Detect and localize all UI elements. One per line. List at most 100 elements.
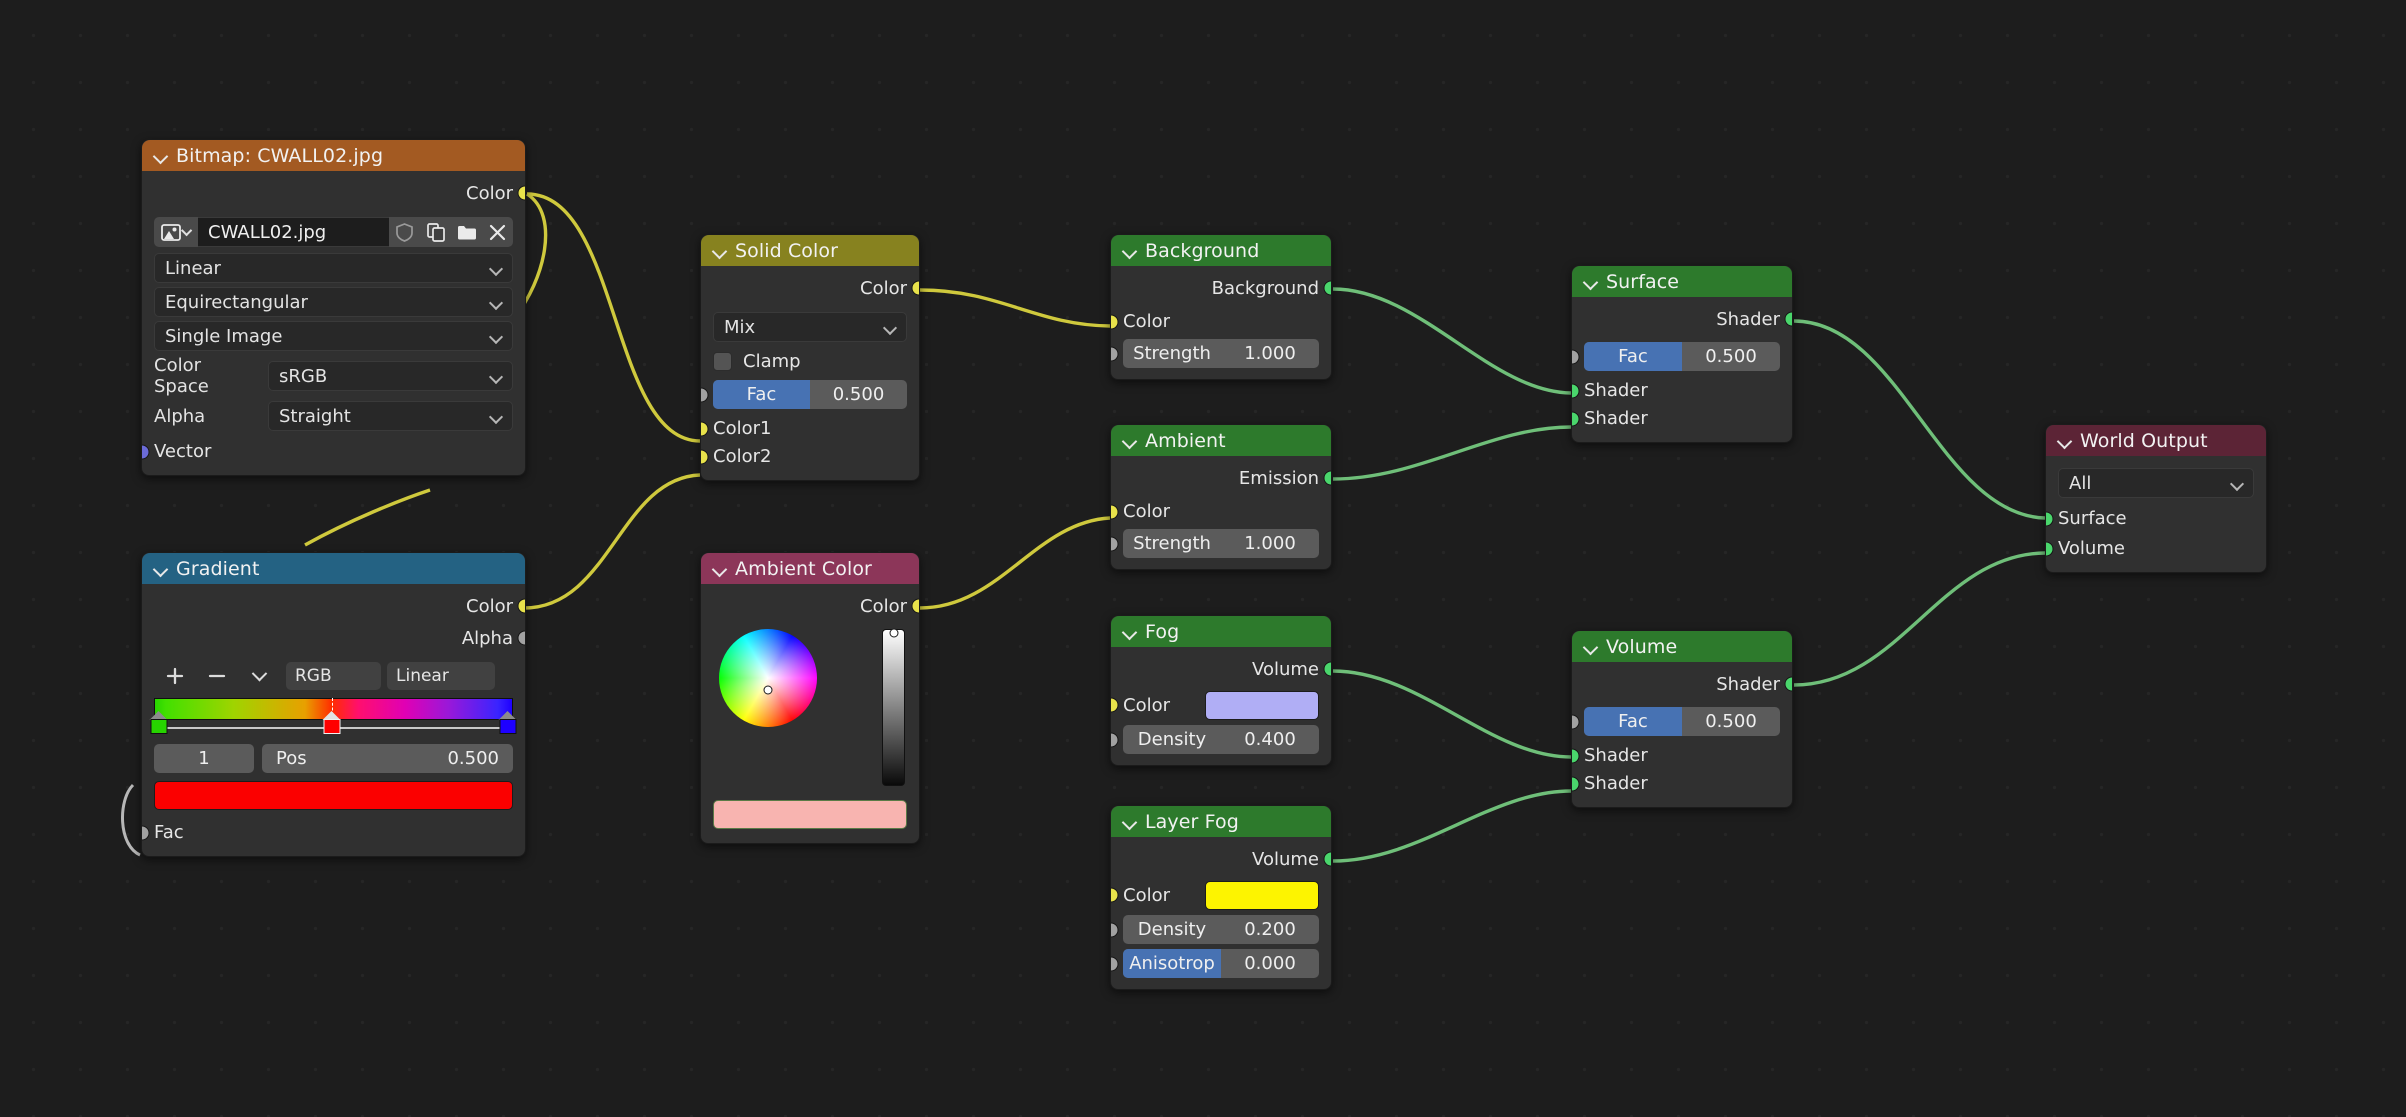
ramp-interpolation-dropdown[interactable]: Linear <box>387 662 495 690</box>
fog-color-row[interactable]: Color <box>1111 690 1331 720</box>
colorspace-dropdown[interactable]: sRGB <box>268 361 513 391</box>
socket-row-background-out[interactable]: Background <box>1111 273 1331 303</box>
socket-row-surface-shader1[interactable]: Shader <box>1572 378 1792 403</box>
socket-row-layer-fog-out[interactable]: Volume <box>1111 844 1331 874</box>
node-gradient[interactable]: Gradient Color Alpha RGB Linear 1 Pos 0.… <box>141 552 526 857</box>
new-copy-button[interactable] <box>420 217 451 247</box>
socket-row-volume-out[interactable]: Shader <box>1572 669 1792 699</box>
node-layer-fog-header[interactable]: Layer Fog <box>1111 806 1331 837</box>
socket-row-solid-color-out[interactable]: Color <box>701 273 919 303</box>
node-editor-canvas[interactable]: Bitmap: CWALL02.jpg Color CWALL02.jpg Li… <box>0 0 2406 1117</box>
socket-volume-shader1-in[interactable] <box>1572 748 1580 763</box>
volume-fac-row[interactable]: Fac 0.500 <box>1572 707 1792 736</box>
node-ambient-color-header[interactable]: Ambient Color <box>701 553 919 584</box>
node-world-output[interactable]: World Output All Surface Volume <box>2045 424 2267 573</box>
chevron-down-icon[interactable] <box>1584 640 1597 653</box>
socket-row-color1[interactable]: Color1 <box>701 416 919 441</box>
socket-color1-in[interactable] <box>701 421 709 436</box>
blend-mode-row[interactable]: Mix <box>701 312 919 342</box>
chevron-down-icon[interactable] <box>1123 244 1136 257</box>
unlink-button[interactable] <box>482 217 513 247</box>
bitmap-colorspace-row[interactable]: Color Space sRGB <box>142 355 525 397</box>
open-file-button[interactable] <box>451 217 482 247</box>
node-background-header[interactable]: Background <box>1111 235 1331 266</box>
node-volume-header[interactable]: Volume <box>1572 631 1792 662</box>
layer-fog-aniso-slider[interactable]: Anisotrop 0.000 <box>1123 949 1319 978</box>
image-name-field[interactable]: CWALL02.jpg <box>198 217 389 247</box>
chevron-down-icon[interactable] <box>154 149 167 162</box>
surface-fac-row[interactable]: Fac 0.500 <box>1572 342 1792 371</box>
socket-fog-density-in[interactable] <box>1111 732 1119 747</box>
alpha-dropdown[interactable]: Straight <box>268 401 513 431</box>
value-slider[interactable] <box>882 628 905 786</box>
socket-row-volume-shader2[interactable]: Shader <box>1572 771 1792 796</box>
bitmap-source-row[interactable]: Single Image <box>142 321 525 351</box>
value-slider-cursor[interactable] <box>889 628 898 638</box>
node-ambient-header[interactable]: Ambient <box>1111 425 1331 456</box>
socket-bitmap-vector-in[interactable] <box>142 444 150 459</box>
ramp-stop-2[interactable] <box>498 711 517 737</box>
socket-background-out[interactable] <box>1323 280 1331 296</box>
blend-mode-dropdown[interactable]: Mix <box>713 312 907 342</box>
node-surface-header[interactable]: Surface <box>1572 266 1792 297</box>
ramp-stop-0[interactable] <box>149 711 169 737</box>
node-volume[interactable]: Volume Shader Fac 0.500 Shader Shader <box>1571 630 1793 808</box>
layer-fog-color-swatch[interactable] <box>1205 880 1319 910</box>
node-fog[interactable]: Fog Volume Color Density 0.400 <box>1110 615 1332 766</box>
ambient-strength-row[interactable]: Strength 1.000 <box>1111 529 1331 558</box>
layer-fog-density-row[interactable]: Density 0.200 <box>1111 915 1331 944</box>
color-mode-dropdown[interactable]: RGB <box>286 662 381 690</box>
chevron-down-icon[interactable] <box>713 562 726 575</box>
socket-ambient-color-in[interactable] <box>1111 504 1119 519</box>
socket-solid-fac-in[interactable] <box>701 387 709 402</box>
socket-solid-color-out[interactable] <box>911 280 919 296</box>
clamp-checkbox-row[interactable]: Clamp <box>701 349 919 373</box>
ramp-stop-1[interactable] <box>322 711 341 737</box>
chevron-down-icon[interactable] <box>154 562 167 575</box>
socket-layer-fog-volume-out[interactable] <box>1323 851 1331 867</box>
socket-gradient-fac-in[interactable] <box>142 825 150 840</box>
source-dropdown[interactable]: Single Image <box>154 321 513 351</box>
fog-density-row[interactable]: Density 0.400 <box>1111 725 1331 754</box>
color-wheel-cursor[interactable] <box>763 685 773 695</box>
ramp-stop-pos[interactable]: Pos 0.500 <box>262 744 513 773</box>
socket-row-surface-shader2[interactable]: Shader <box>1572 406 1792 431</box>
ambient-strength-slider[interactable]: Strength 1.000 <box>1123 529 1319 558</box>
socket-row-bitmap-color[interactable]: Color <box>142 178 525 208</box>
socket-layer-fog-aniso-in[interactable] <box>1111 956 1119 971</box>
bitmap-projection-row[interactable]: Equirectangular <box>142 287 525 317</box>
ramp-stop-controls[interactable]: 1 Pos 0.500 <box>142 744 525 773</box>
bitmap-alpha-row[interactable]: Alpha Straight <box>142 401 525 431</box>
ambient-color-swatch-row[interactable] <box>701 800 919 829</box>
socket-world-volume-in[interactable] <box>2046 541 2054 556</box>
ramp-menu-button[interactable] <box>238 662 280 690</box>
socket-row-surface-out[interactable]: Shader <box>1572 304 1792 334</box>
fog-color-swatch[interactable] <box>1205 690 1319 720</box>
socket-fog-color-in[interactable] <box>1111 697 1119 713</box>
socket-row-ambient-color[interactable]: Color <box>1111 499 1331 524</box>
node-layer-fog[interactable]: Layer Fog Volume Color Density 0.200 Ani… <box>1110 805 1332 990</box>
socket-row-world-volume[interactable]: Volume <box>2046 536 2266 561</box>
fake-user-button[interactable] <box>389 217 420 247</box>
add-stop-button[interactable] <box>154 662 196 690</box>
socket-ambient-color-out[interactable] <box>911 598 919 614</box>
socket-bitmap-color-out[interactable] <box>517 185 525 201</box>
socket-row-fog-out[interactable]: Volume <box>1111 654 1331 684</box>
surface-fac-slider[interactable]: Fac 0.500 <box>1584 342 1780 371</box>
chevron-down-icon[interactable] <box>2058 434 2071 447</box>
solid-fac-row[interactable]: Fac 0.500 <box>701 380 919 409</box>
layer-fog-aniso-row[interactable]: Anisotrop 0.000 <box>1111 949 1331 978</box>
node-ambient-color[interactable]: Ambient Color Color <box>700 552 920 844</box>
socket-row-background-color[interactable]: Color <box>1111 309 1331 334</box>
socket-gradient-color-out[interactable] <box>517 598 525 614</box>
chevron-down-icon[interactable] <box>1123 434 1136 447</box>
socket-layer-fog-color-in[interactable] <box>1111 887 1119 903</box>
socket-world-surface-in[interactable] <box>2046 511 2054 526</box>
color-ramp[interactable] <box>149 698 517 734</box>
socket-volume-fac-in[interactable] <box>1572 714 1580 729</box>
ambient-color-swatch[interactable] <box>713 800 907 829</box>
ramp-active-color-row[interactable] <box>142 781 525 810</box>
socket-layer-fog-density-in[interactable] <box>1111 922 1119 937</box>
chevron-down-icon[interactable] <box>1123 815 1136 828</box>
chevron-down-icon[interactable] <box>1123 625 1136 638</box>
